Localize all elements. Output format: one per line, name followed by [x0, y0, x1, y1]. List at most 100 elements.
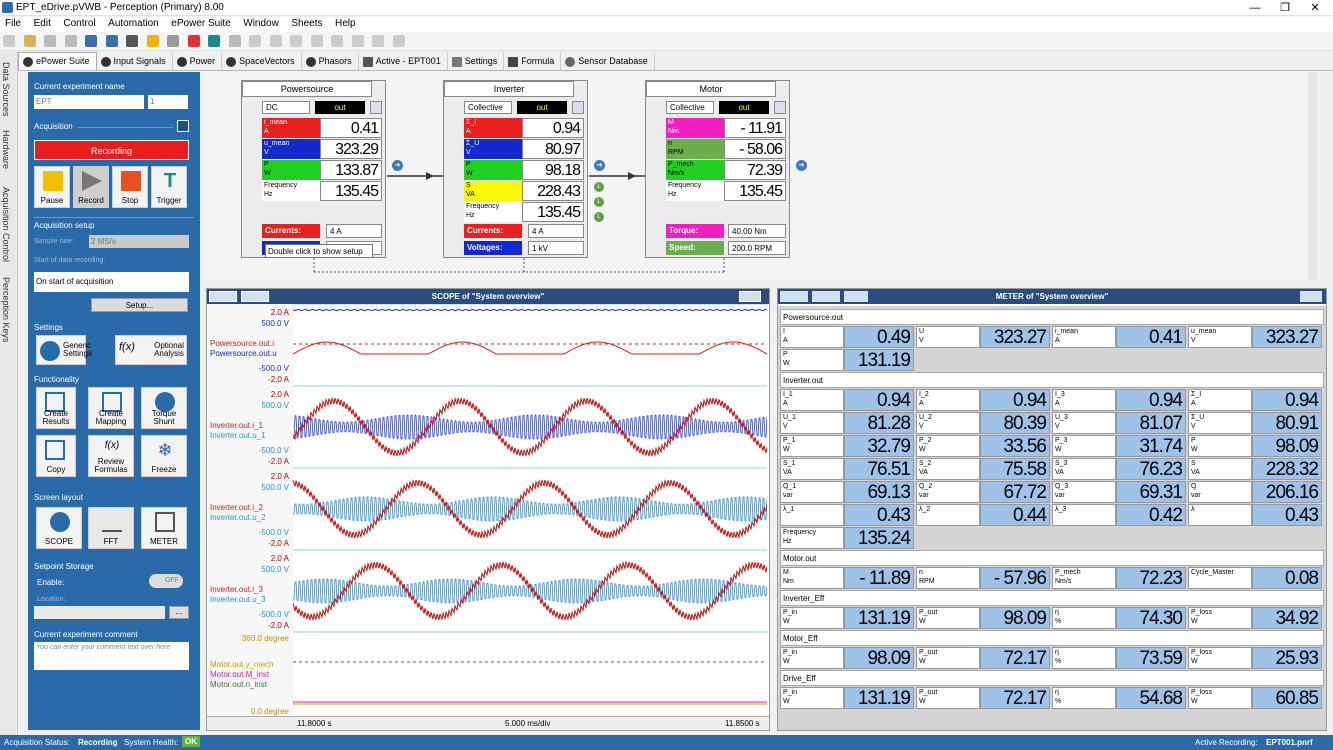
stop-icon[interactable]	[187, 35, 200, 47]
meter-cell-label[interactable]: Qvar	[1188, 481, 1252, 503]
meter-cell-label[interactable]: U_2 V	[916, 412, 980, 434]
meter-cell-label[interactable]: P_in W	[780, 607, 844, 629]
start-recording-select[interactable]: On start of acquisition	[34, 272, 189, 292]
meter-cell-label[interactable]: λ_3	[1052, 504, 1116, 526]
meter-cell-label[interactable]: P_1 W	[780, 435, 844, 457]
menu-sheets[interactable]: Sheets	[286, 17, 327, 30]
meter-layout-button[interactable]: METER	[141, 507, 187, 549]
meter-cell-label[interactable]: S_1 VA	[780, 458, 844, 480]
meter-cell-label[interactable]: M Nm	[780, 567, 844, 589]
freeze-button[interactable]: ❄ Freeze	[141, 435, 187, 477]
collapse-icon[interactable]	[177, 120, 189, 132]
meter-cell-label[interactable]: I_1 A	[780, 389, 844, 411]
list-icon[interactable]	[739, 291, 761, 302]
location-input[interactable]	[34, 606, 165, 619]
exp-name-input[interactable]: EPT	[34, 95, 144, 109]
tab-settings[interactable]: Settings	[448, 53, 505, 71]
pause-icon[interactable]	[146, 35, 159, 47]
meter-cell-label[interactable]: S_2 VA	[916, 458, 980, 480]
new-icon[interactable]	[3, 35, 15, 47]
meter-cell-label[interactable]: I_3 A	[1052, 389, 1116, 411]
tab-phasors[interactable]: Phasors	[302, 53, 359, 71]
meter-cell-label[interactable]: u_mean V	[1188, 326, 1252, 348]
record-button[interactable]: Record	[73, 166, 109, 208]
create-mapping-button[interactable]: Create Mapping	[88, 387, 134, 429]
maximize-button[interactable]: ❐	[1270, 0, 1300, 16]
meter-cell-label[interactable]: Q_1 var	[780, 481, 844, 503]
setpoint-toggle[interactable]: OFF	[149, 574, 183, 588]
meter-cell-label[interactable]: U_1 V	[780, 412, 844, 434]
menu-window[interactable]: Window	[238, 17, 284, 30]
waveform-alt-icon[interactable]	[241, 291, 269, 302]
meter-cell-label[interactable]: η%	[1052, 607, 1116, 629]
close-button[interactable]: ✕	[1300, 0, 1330, 16]
minimize-button[interactable]: —	[1240, 0, 1270, 16]
meter-cell-label[interactable]: S_3 VA	[1052, 458, 1116, 480]
meter-settings-icon[interactable]	[844, 291, 868, 302]
mic-icon[interactable]	[228, 35, 241, 47]
meter-cell-label[interactable]: P_out W	[916, 647, 980, 669]
comment-textarea[interactable]: You can enter your comment text over her…	[34, 642, 189, 670]
meter-cell-label[interactable]: Σ_I A	[1188, 389, 1252, 411]
menu-epower-suite[interactable]: ePower Suite	[166, 17, 235, 30]
dock-acquisition-control[interactable]: Acquisition Control	[1, 187, 11, 262]
menu-file[interactable]: File	[0, 17, 26, 30]
meter-cell-label[interactable]: P_loss W	[1188, 607, 1252, 629]
tab-power[interactable]: Power	[173, 53, 223, 71]
tab-formula[interactable]: Formula	[504, 53, 562, 71]
tab-epower-suite[interactable]: ePower Suite	[18, 52, 97, 70]
copy-button[interactable]: Copy	[36, 435, 76, 477]
meter-cell-label[interactable]: S VA	[1188, 458, 1252, 480]
menu-automation[interactable]: Automation	[103, 17, 164, 30]
meter-cell-label[interactable]: λ	[1188, 504, 1252, 526]
optional-analysis-button[interactable]: f(x) Optional Analysis	[115, 335, 187, 365]
meter-cell-label[interactable]: Frequency Hz	[780, 527, 844, 549]
tool-icon-2[interactable]	[269, 35, 282, 47]
meter-toolbar-icon[interactable]	[780, 291, 808, 302]
stop-button[interactable]: Stop	[112, 166, 148, 208]
tool-icon-1[interactable]	[249, 35, 262, 47]
tool-icon-6[interactable]	[351, 35, 364, 47]
meter-cell-label[interactable]: U_3 V	[1052, 412, 1116, 434]
print-icon[interactable]	[64, 35, 77, 47]
setup-button[interactable]: Setup...	[91, 298, 188, 312]
list-icon[interactable]	[1300, 291, 1322, 302]
meter-cell-label[interactable]: P_3 W	[1052, 435, 1116, 457]
fft-layout-button[interactable]: FFT	[88, 507, 134, 549]
play-icon[interactable]	[167, 35, 180, 47]
save-icon[interactable]	[85, 35, 98, 47]
meter-cell-label[interactable]: Cycle_Master	[1188, 567, 1252, 589]
exp-number-stepper[interactable]: 1	[148, 95, 188, 109]
meter-cell-label[interactable]: P_loss W	[1188, 687, 1252, 709]
meter-cell-label[interactable]: P_in W	[780, 647, 844, 669]
meter-cell-label[interactable]: λ_2	[916, 504, 980, 526]
dock-perception-keys[interactable]: Perception Keys	[1, 277, 11, 343]
tool-icon-7[interactable]	[372, 35, 385, 47]
open-icon[interactable]	[23, 35, 36, 47]
meter-cell-label[interactable]: PW	[1188, 435, 1252, 457]
meter-cell-label[interactable]: η%	[1052, 647, 1116, 669]
meter-cell-label[interactable]: λ_1	[780, 504, 844, 526]
tab-sensor-database[interactable]: Sensor Database	[561, 53, 655, 71]
browse-button[interactable]: ...	[169, 606, 189, 619]
meter-cell-label[interactable]: IA	[780, 326, 844, 348]
menu-edit[interactable]: Edit	[29, 17, 56, 30]
meter-cell-label[interactable]: Σ_U V	[1188, 412, 1252, 434]
pause-button[interactable]: Pause	[34, 166, 70, 208]
save-as-icon[interactable]	[105, 35, 118, 47]
meter-cell-label[interactable]: P_out W	[916, 687, 980, 709]
meter-cell-label[interactable]: PW	[780, 349, 844, 371]
dock-hardware[interactable]: Hardware	[1, 130, 11, 169]
meter-cell-label[interactable]: P_mech Nm/s	[1052, 567, 1116, 589]
waveform-icon[interactable]	[209, 291, 237, 302]
tab-input-signals[interactable]: Input Signals	[97, 53, 173, 71]
tool-icon-5[interactable]	[331, 35, 344, 47]
torque-shunt-button[interactable]: Torque Shunt	[141, 387, 187, 429]
tab-spacevectors[interactable]: SpaceVectors	[222, 53, 302, 71]
tool-icon-4[interactable]	[310, 35, 323, 47]
hardware-icon[interactable]	[126, 35, 139, 47]
meter-cell-label[interactable]: Q_3 var	[1052, 481, 1116, 503]
meter-cell-label[interactable]: UV	[916, 326, 980, 348]
meter-cell-label[interactable]: I_2 A	[916, 389, 980, 411]
review-formulas-button[interactable]: f(x) Review Formulas	[88, 435, 134, 477]
